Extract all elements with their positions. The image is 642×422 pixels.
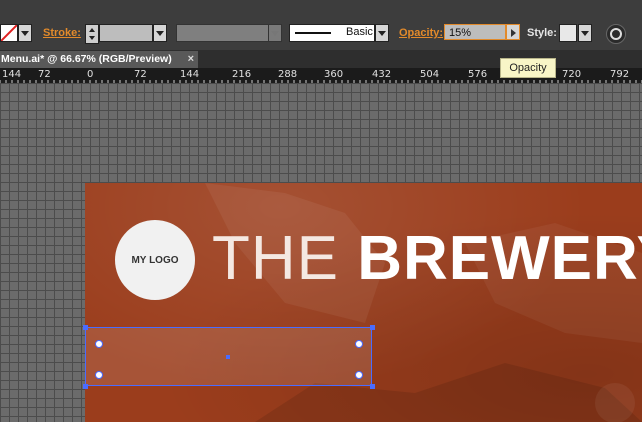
ruler-tick-label: 432 [372, 69, 392, 80]
headline-light: THE [212, 224, 358, 293]
brush-label: Basic [346, 26, 373, 38]
opacity-label[interactable]: Opacity: [399, 27, 443, 39]
ruler-tick-label: 216 [232, 69, 252, 80]
stroke-weight-stepper[interactable] [85, 24, 99, 44]
variable-width-profile[interactable] [176, 24, 270, 42]
ruler-tick-label: 504 [420, 69, 440, 80]
selection-handle[interactable] [370, 384, 375, 389]
selection-center-point[interactable] [226, 355, 230, 359]
ruler-tick-label: 72 [134, 69, 147, 80]
selection-handle[interactable] [370, 325, 375, 330]
stroke-weight-input[interactable] [99, 24, 153, 42]
ruler-tick-label: 72 [38, 69, 51, 80]
fill-dropdown-button[interactable] [18, 24, 32, 42]
document-tab-title: Menu.ai* @ 66.67% (RGB/Preview) [1, 53, 172, 65]
ruler-tick-label: 576 [468, 69, 488, 80]
opacity-slider-button[interactable] [506, 24, 520, 40]
opacity-input[interactable]: 15% [444, 24, 506, 40]
style-label: Style: [527, 27, 557, 39]
recolor-artwork-button[interactable] [606, 24, 626, 44]
graphic-style-swatch[interactable] [559, 24, 577, 42]
ruler-tick-label: 720 [562, 69, 582, 80]
stepper-icon [89, 28, 95, 40]
tab-close-icon[interactable]: × [188, 51, 194, 68]
brush-stroke-preview [295, 32, 331, 34]
fill-swatch-none-icon[interactable] [0, 24, 18, 42]
ruler-tick-label: 0 [87, 69, 94, 80]
ruler-tick-label: 792 [610, 69, 630, 80]
headline-bold: BREWERY [357, 224, 642, 293]
background-photo-texture [205, 183, 642, 422]
document-tab[interactable]: Menu.ai* @ 66.67% (RGB/Preview) × [0, 51, 198, 68]
color-wheel-icon [610, 28, 622, 40]
stroke-weight-dropdown[interactable] [153, 24, 167, 42]
stroke-label[interactable]: Stroke: [43, 27, 81, 39]
corner-radius-widget[interactable] [95, 340, 103, 348]
logo-placeholder[interactable]: MY LOGO [115, 220, 195, 300]
chevron-right-icon [511, 29, 516, 37]
corner-radius-widget[interactable] [355, 371, 363, 379]
ruler-tick-label: 144 [180, 69, 200, 80]
corner-radius-widget[interactable] [355, 340, 363, 348]
style-dropdown[interactable] [578, 24, 592, 42]
brush-definition[interactable]: Basic [289, 24, 375, 42]
variable-width-dropdown[interactable] [268, 24, 282, 42]
artboard[interactable]: MY LOGO THE BREWERY [85, 183, 642, 422]
ruler-tick-label: 360 [324, 69, 344, 80]
selection-handle[interactable] [83, 325, 88, 330]
ruler-tick-label: 144 [2, 69, 22, 80]
ruler-tick-label: 288 [278, 69, 298, 80]
logo-text: MY LOGO [131, 254, 179, 266]
chevron-down-icon [581, 31, 589, 36]
opacity-tooltip: Opacity [500, 58, 556, 78]
selection-handle[interactable] [83, 384, 88, 389]
brush-dropdown[interactable] [375, 24, 389, 42]
corner-radius-widget[interactable] [95, 371, 103, 379]
headline[interactable]: THE BREWERY [212, 223, 642, 294]
